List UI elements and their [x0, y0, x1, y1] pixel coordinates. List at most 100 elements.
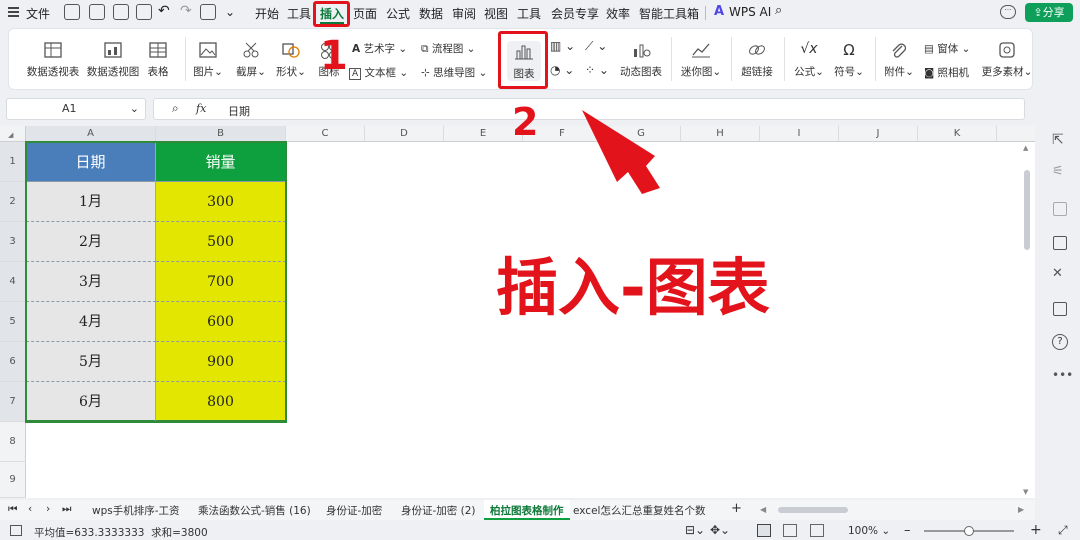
form-button[interactable]: ▤ 窗体 ⌄ — [924, 41, 970, 56]
tab-review[interactable]: 审阅 — [452, 5, 476, 22]
row-header-8[interactable]: 8 — [0, 422, 26, 462]
sheet-tab[interactable]: excel怎么汇总重复姓名个数 — [573, 503, 705, 518]
header-cell-sales[interactable]: 销量 — [156, 142, 286, 182]
pivot-table-button[interactable]: 数据透视表 — [21, 41, 85, 79]
sheet-tab[interactable]: 身份证-加密 (2) — [401, 503, 476, 518]
fx-icon[interactable]: fx — [196, 102, 206, 115]
date-cell[interactable]: 6月 — [26, 382, 156, 422]
tab-tools-1[interactable]: 工具 — [287, 5, 311, 22]
camera-button[interactable]: ◙ 照相机 — [924, 65, 969, 80]
column-header-h[interactable]: H — [681, 126, 760, 142]
zoom-in-icon[interactable]: + — [1030, 522, 1042, 538]
scroll-up-arrow[interactable]: ▲ — [1023, 144, 1028, 152]
sheet-tab-active[interactable]: 柏拉图表格制作 — [484, 500, 570, 520]
date-cell[interactable]: 1月 — [26, 182, 156, 222]
pivot-chart-button[interactable]: 数据透视图 — [81, 41, 145, 79]
horizontal-scroll-right[interactable]: ▶ — [1018, 505, 1024, 514]
column-chart-dropdown[interactable]: ▥ ⌄ — [550, 39, 575, 53]
more-icon[interactable]: ••• — [1052, 368, 1073, 382]
next-sheet-icon[interactable]: › — [46, 503, 50, 515]
tab-page[interactable]: 页面 — [353, 5, 377, 22]
horizontal-scroll-thumb[interactable] — [778, 507, 848, 513]
sales-cell[interactable]: 900 — [156, 342, 286, 382]
tab-efficiency[interactable]: 效率 — [606, 5, 630, 22]
scroll-down-arrow[interactable]: ▼ — [1023, 488, 1028, 496]
zoom-slider[interactable] — [924, 526, 1014, 536]
text-box-button[interactable]: A 文本框 ⌄ — [349, 65, 408, 80]
first-sheet-icon[interactable]: ⏮ — [8, 503, 17, 516]
tab-home[interactable]: 开始 — [255, 5, 279, 22]
sparkline-button[interactable]: 迷你图⌄ — [677, 41, 725, 79]
row-header-6[interactable]: 6 — [0, 342, 26, 382]
hamburger-icon[interactable] — [8, 7, 19, 17]
sales-cell[interactable]: 800 — [156, 382, 286, 422]
chat-icon[interactable]: ··· — [1000, 5, 1016, 19]
zoom-search-icon[interactable]: ⌕ — [172, 101, 179, 116]
mindmap-button[interactable]: ⊹ 思维导图 ⌄ — [421, 65, 487, 80]
line-chart-dropdown[interactable]: ⟋ ⌄ — [585, 39, 607, 54]
zoom-slider-knob[interactable] — [964, 526, 974, 536]
page-view-icon[interactable] — [810, 524, 824, 537]
adjust-icon[interactable]: ⚟ — [1052, 164, 1064, 179]
art-text-button[interactable]: A 艺术字 ⌄ — [352, 41, 407, 56]
save-icon[interactable] — [89, 4, 105, 20]
normal-view-icon[interactable] — [757, 524, 771, 537]
zoom-level[interactable]: 100% ⌄ — [848, 525, 890, 537]
comment-icon[interactable] — [1053, 202, 1067, 216]
horizontal-scroll-left[interactable]: ◀ — [760, 505, 766, 514]
book-icon[interactable] — [1053, 302, 1067, 316]
cell-mode-icon[interactable]: ⊟⌄ — [685, 523, 705, 537]
flowchart-button[interactable]: ⧉ 流程图 ⌄ — [421, 41, 475, 56]
select-all-corner[interactable]: ◢ — [0, 126, 26, 142]
fullscreen-icon[interactable]: ⤢ — [1058, 523, 1068, 538]
reading-view-icon[interactable] — [783, 524, 797, 537]
symbol-button[interactable]: Ω 符号⌄ — [829, 41, 869, 79]
share-button[interactable]: ⇪分享 — [1025, 3, 1073, 22]
last-sheet-icon[interactable]: ⏭ — [62, 503, 71, 516]
sheet-tab[interactable]: 乘法函数公式-销售 (16) — [198, 503, 311, 518]
more-materials-button[interactable]: 更多素材⌄ — [981, 41, 1033, 79]
column-header-i[interactable]: I — [760, 126, 839, 142]
search-icon[interactable]: ⌕ — [775, 3, 782, 18]
dynamic-chart-button[interactable]: 动态图表 — [617, 41, 665, 79]
sales-cell[interactable]: 500 — [156, 222, 286, 262]
hyperlink-button[interactable]: 超链接 — [737, 41, 777, 79]
customize-toolbar-icon[interactable] — [200, 4, 216, 20]
tab-formulas[interactable]: 公式 — [386, 5, 410, 22]
column-header-j[interactable]: J — [839, 126, 918, 142]
vertical-scrollbar[interactable]: ▲ ▼ — [1022, 142, 1032, 498]
tab-view[interactable]: 视图 — [484, 5, 508, 22]
tab-tools-2[interactable]: 工具 — [517, 5, 541, 22]
date-cell[interactable]: 3月 — [26, 262, 156, 302]
redo-icon[interactable]: ↷ — [180, 3, 192, 19]
name-box[interactable]: A1 ⌄ — [6, 98, 146, 120]
sheet-nav-icon[interactable]: ✥⌄ — [710, 523, 730, 537]
style-icon[interactable] — [1053, 236, 1067, 250]
row-header-5[interactable]: 5 — [0, 302, 26, 342]
sheet-tab[interactable]: wps手机排序-工资 — [92, 503, 180, 518]
wps-ai-button[interactable]: WPS AI — [729, 5, 771, 19]
help-icon[interactable]: ? — [1052, 334, 1068, 350]
format-painter-icon[interactable] — [64, 4, 80, 20]
column-header-k[interactable]: K — [918, 126, 997, 142]
row-header-7[interactable]: 7 — [0, 382, 26, 422]
file-menu[interactable]: 文件 — [26, 5, 50, 22]
screenshot-button[interactable]: 截屏⌄ — [231, 41, 271, 79]
add-sheet-icon[interactable]: + — [731, 501, 742, 516]
prev-sheet-icon[interactable]: ‹ — [28, 503, 32, 515]
date-cell[interactable]: 4月 — [26, 302, 156, 342]
row-header-4[interactable]: 4 — [0, 262, 26, 302]
table-button[interactable]: 表格 — [141, 41, 175, 79]
print-preview-icon[interactable] — [136, 4, 152, 20]
header-cell-date[interactable]: 日期 — [26, 142, 156, 182]
export-icon[interactable] — [113, 4, 129, 20]
undo-icon[interactable]: ↶ — [158, 3, 170, 19]
picture-button[interactable]: 图片⌄ — [191, 41, 225, 79]
zoom-out-icon[interactable]: – — [904, 523, 911, 538]
pie-chart-dropdown[interactable]: ◔ ⌄ — [550, 63, 574, 77]
sales-cell[interactable]: 700 — [156, 262, 286, 302]
column-header-d[interactable]: D — [365, 126, 444, 142]
quick-access-dropdown-icon[interactable]: ⌄ — [225, 5, 235, 19]
sales-cell[interactable]: 300 — [156, 182, 286, 222]
tools-icon[interactable]: ✕ — [1052, 266, 1063, 281]
